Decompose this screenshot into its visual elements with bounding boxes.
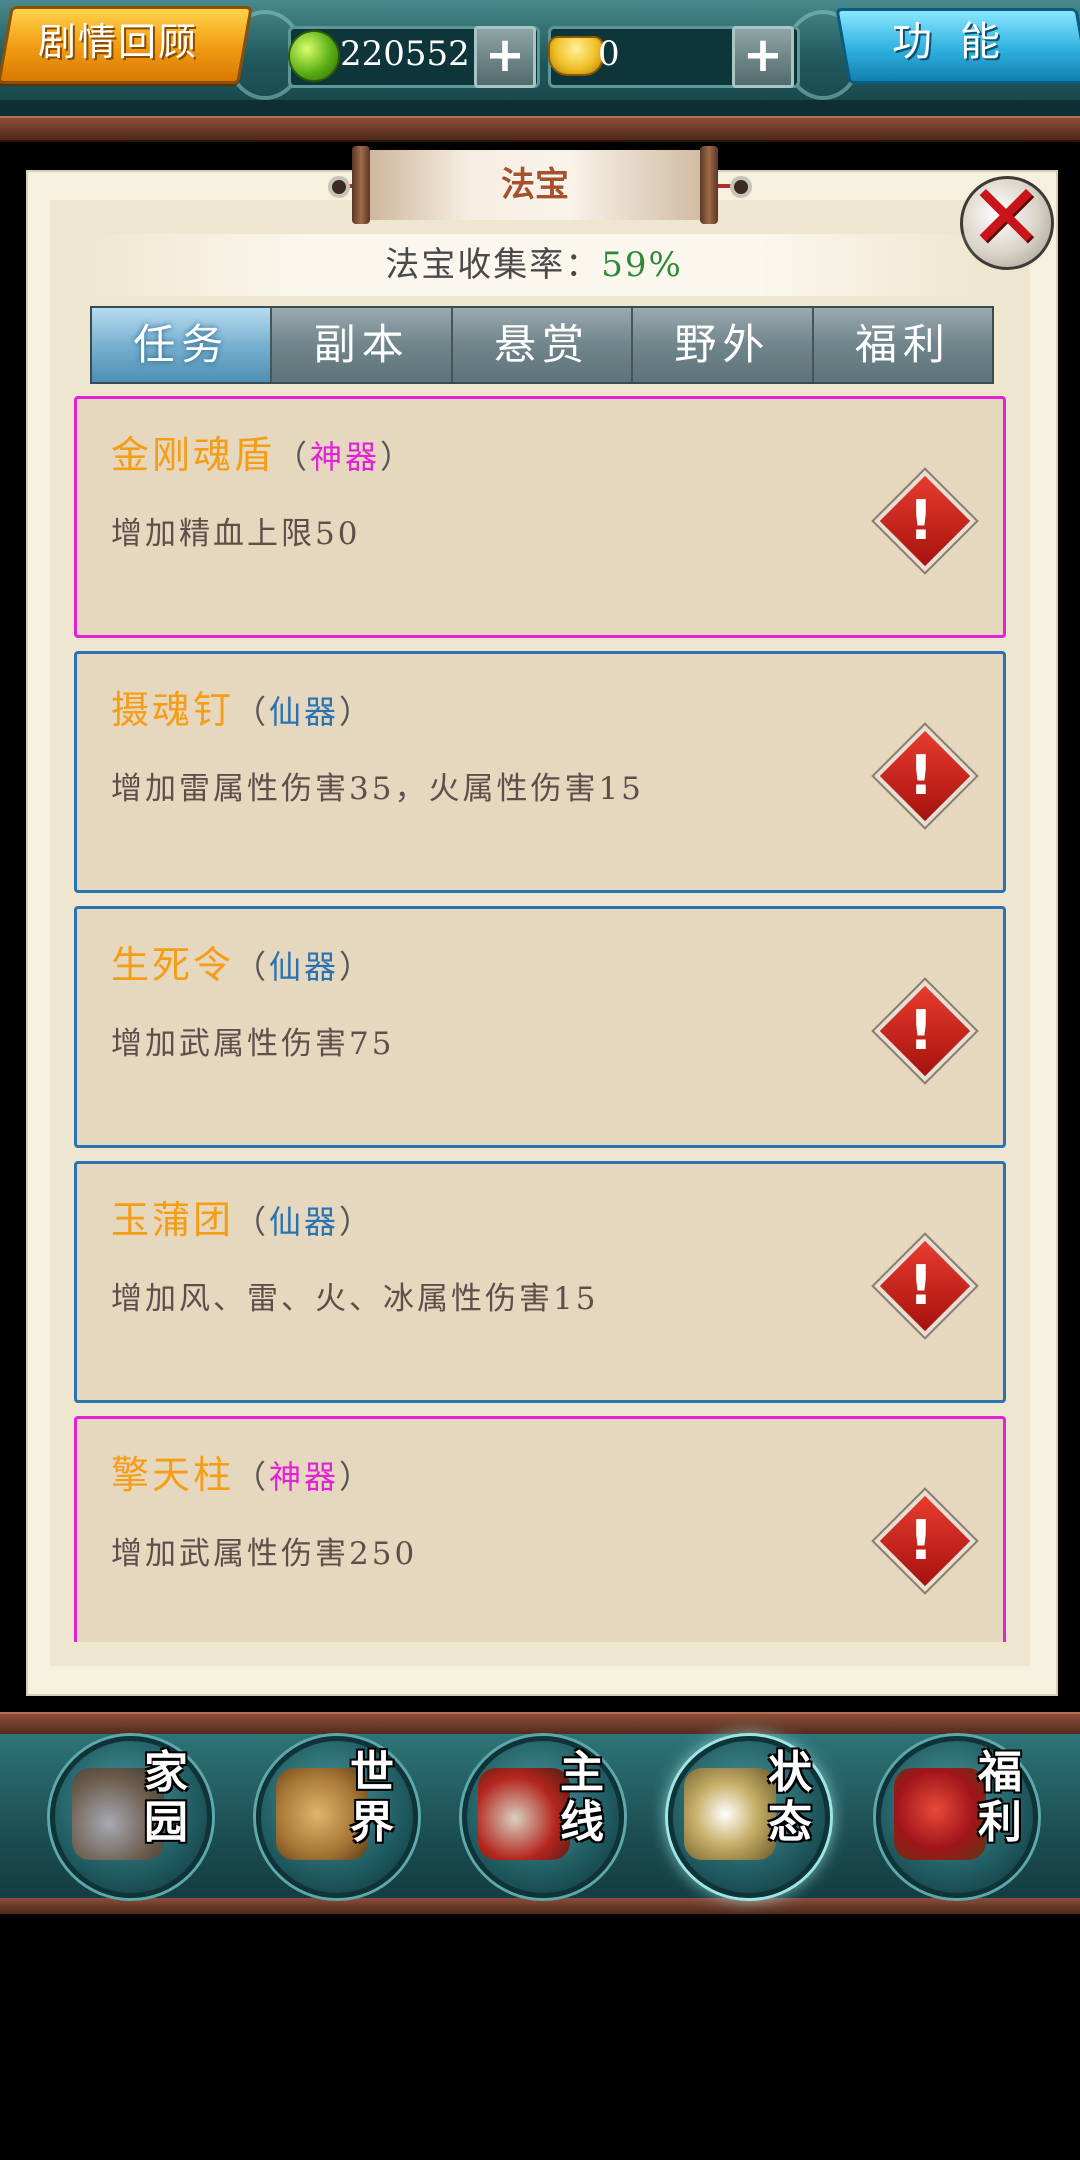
grade-close: ）: [339, 693, 375, 731]
nav-label-top: 主: [560, 1747, 604, 1798]
item-name: 玉蒲团: [111, 1198, 235, 1242]
collection-rate: 法宝收集率：59%: [84, 234, 984, 296]
bottom-bar-rail: [0, 1712, 1080, 1736]
tab-dungeon[interactable]: 副本: [272, 308, 453, 382]
gold-amount: 0: [598, 34, 620, 74]
story-review-label[interactable]: 剧情回顾: [18, 14, 218, 70]
tab-bounty[interactable]: 悬赏: [452, 308, 634, 382]
list-item[interactable]: 生死令（仙器） 增加武属性伤害75 !: [74, 906, 1006, 1148]
item-name-row: 生死令（仙器）: [111, 935, 374, 995]
item-description: 增加武属性伤害250: [111, 1536, 418, 1572]
jade-amount: 220552: [340, 34, 470, 74]
item-grade: 神器: [310, 438, 381, 476]
list-item[interactable]: 玉蒲团（仙器） 增加风、雷、火、冰属性伤害15 !: [74, 1161, 1006, 1403]
nav-label-bottom: 态: [768, 1797, 812, 1848]
item-grade: 神器: [269, 1458, 340, 1496]
item-name-row: 擎天柱（神器）: [111, 1445, 374, 1505]
nav-home-label[interactable]: 家园: [136, 1748, 196, 1848]
item-description: 增加精血上限50: [111, 516, 361, 552]
nav-main-quest-label[interactable]: 主线: [552, 1748, 612, 1848]
item-description: 增加雷属性伤害35，火属性伤害15: [111, 771, 644, 807]
collection-rate-value: 59%: [601, 245, 683, 285]
nav-status-label[interactable]: 状态: [760, 1748, 820, 1848]
alert-mark[interactable]: !: [881, 1501, 961, 1581]
item-name: 生死令: [111, 943, 235, 987]
nav-label-top: 世: [350, 1747, 394, 1798]
grade-close: ）: [339, 948, 375, 986]
category-tabs: 任务 副本 悬赏 野外 福利: [90, 306, 994, 384]
nav-label-top: 状: [768, 1747, 812, 1798]
nav-label-bottom: 线: [560, 1797, 604, 1848]
nav-label-bottom: 界: [350, 1797, 394, 1848]
jade-coin-icon: [288, 30, 340, 82]
tab-task[interactable]: 任务: [92, 308, 273, 382]
add-jade-button[interactable]: +: [474, 26, 536, 88]
tab-welfare[interactable]: 福利: [813, 308, 993, 382]
gold-ingot-icon: [548, 36, 604, 76]
item-name-row: 摄魂钉（仙器）: [111, 680, 374, 740]
scroll-knob-icon: [328, 176, 350, 198]
top-bar-base: [0, 100, 1080, 116]
nav-label-bottom: 园: [144, 1797, 188, 1848]
list-item[interactable]: 金刚魂盾（神器） 增加精血上限50 !: [74, 396, 1006, 638]
scroll-rod: [700, 146, 718, 224]
treasure-list[interactable]: 金刚魂盾（神器） 增加精血上限50 ! 摄魂钉（仙器） 增加雷属性伤害35，火属…: [74, 396, 1006, 1642]
grade-close: ）: [339, 1203, 375, 1241]
item-name: 金刚魂盾: [111, 433, 276, 477]
nav-welfare-label[interactable]: 福利: [970, 1748, 1030, 1848]
collection-rate-label: 法宝收集率：: [385, 245, 602, 285]
item-grade: 仙器: [269, 693, 340, 731]
nav-world-label[interactable]: 世界: [342, 1748, 402, 1848]
add-gold-button[interactable]: +: [732, 26, 794, 88]
item-grade: 仙器: [269, 948, 340, 986]
grade-open: （: [234, 693, 270, 731]
grade-open: （: [275, 438, 311, 476]
nav-label-top: 福: [978, 1747, 1022, 1798]
alert-mark[interactable]: !: [881, 481, 961, 561]
item-description: 增加武属性伤害75: [111, 1026, 395, 1062]
grade-open: （: [234, 1203, 270, 1241]
grade-open: （: [234, 1458, 270, 1496]
alert-mark[interactable]: !: [881, 736, 961, 816]
grade-close: ）: [380, 438, 416, 476]
grade-open: （: [234, 948, 270, 986]
item-name-row: 玉蒲团（仙器）: [111, 1190, 374, 1250]
grade-close: ）: [339, 1458, 375, 1496]
panel-title: 法宝: [501, 165, 569, 205]
nav-label-top: 家: [144, 1747, 188, 1798]
bottom-bar-base: [0, 1898, 1080, 1914]
list-item[interactable]: 擎天柱（神器） 增加武属性伤害250 !: [74, 1416, 1006, 1642]
item-name-row: 金刚魂盾（神器）: [111, 425, 415, 485]
top-bar-rail: [0, 116, 1080, 142]
scroll-knob-icon: [730, 176, 752, 198]
item-name: 擎天柱: [111, 1453, 235, 1497]
item-grade: 仙器: [269, 1203, 340, 1241]
alert-mark[interactable]: !: [881, 1246, 961, 1326]
tab-wild[interactable]: 野外: [633, 308, 814, 382]
nav-label-bottom: 利: [978, 1797, 1022, 1848]
item-name: 摄魂钉: [111, 688, 235, 732]
function-label[interactable]: 功能: [860, 14, 1060, 70]
list-item[interactable]: 摄魂钉（仙器） 增加雷属性伤害35，火属性伤害15 !: [74, 651, 1006, 893]
alert-mark[interactable]: !: [881, 991, 961, 1071]
item-description: 增加风、雷、火、冰属性伤害15: [111, 1281, 599, 1317]
